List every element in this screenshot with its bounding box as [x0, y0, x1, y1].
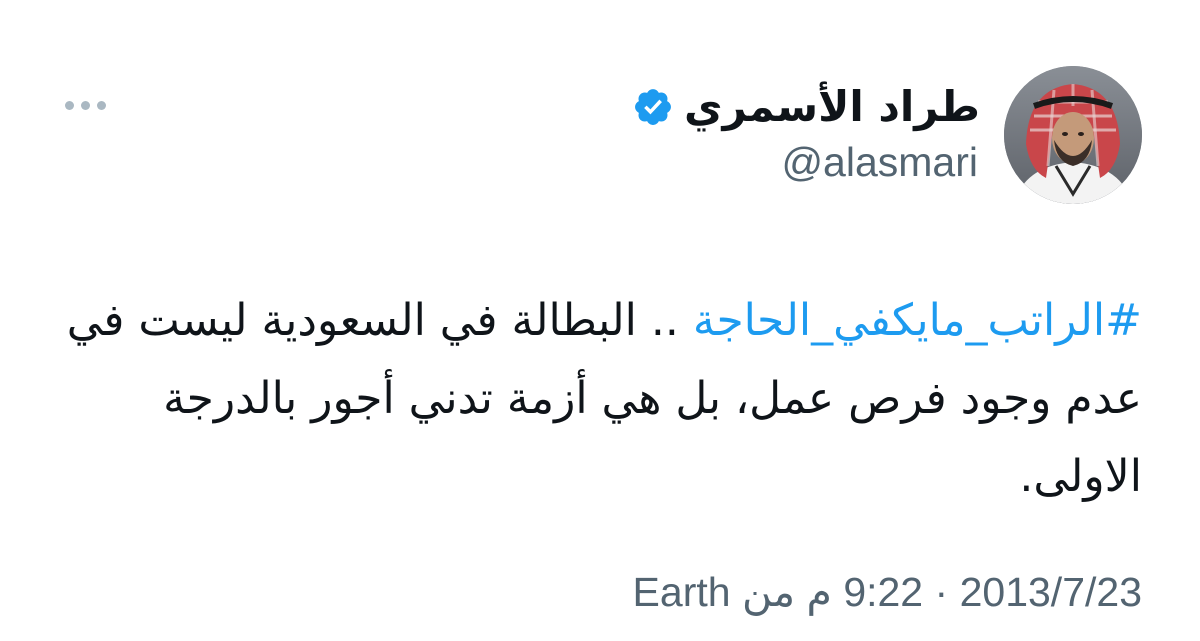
more-dot-icon	[96, 100, 106, 110]
tweet-card: طراد الأسمري @alasmari #الراتب_مايكفي_ال…	[0, 0, 1200, 641]
tweet-time[interactable]: 9:22 م	[807, 569, 924, 615]
hashtag-link[interactable]: #الراتب_مايكفي_الحاجة	[693, 295, 1142, 346]
source-prefix: من	[741, 569, 796, 615]
tweet-date[interactable]: 2013/7/23	[960, 569, 1142, 615]
more-dot-icon	[64, 100, 74, 110]
tweet-text: #الراتب_مايكفي_الحاجة .. البطالة في السع…	[52, 282, 1142, 516]
more-options-button[interactable]	[58, 90, 112, 120]
author-handle[interactable]: @alasmari	[781, 142, 978, 183]
author-name-row: طراد الأسمري	[632, 80, 980, 134]
more-dot-icon	[80, 100, 90, 110]
tweet-source: Earth	[632, 569, 731, 615]
avatar-photo	[1004, 66, 1142, 204]
author-display-name[interactable]: طراد الأسمري	[684, 86, 980, 128]
tweet-metadata: 2013/7/23 · 9:22 م من Earth	[633, 572, 1142, 613]
meta-separator: ·	[934, 569, 949, 615]
avatar[interactable]	[1004, 66, 1142, 204]
verified-badge-icon[interactable]	[632, 86, 674, 128]
